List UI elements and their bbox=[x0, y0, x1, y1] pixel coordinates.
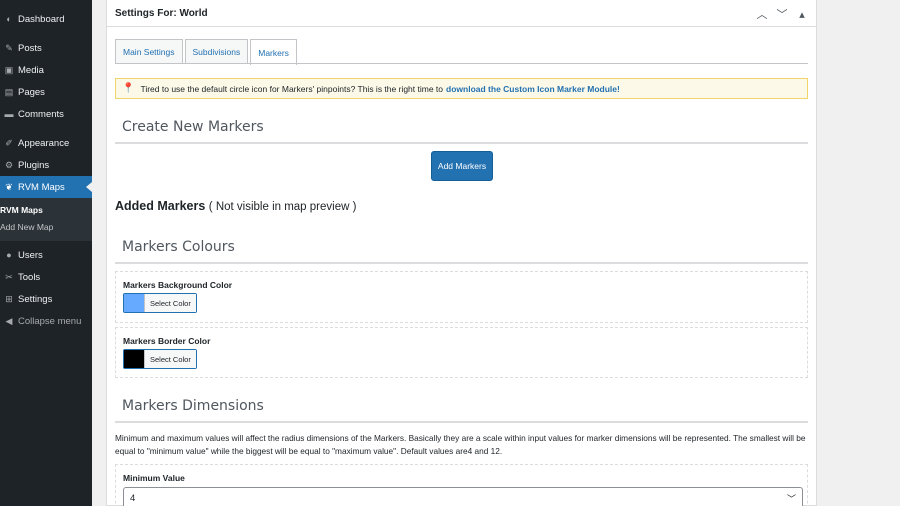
tab-markers[interactable]: Markers bbox=[250, 39, 297, 65]
menu-plugins[interactable]: ⚙ Plugins bbox=[0, 154, 92, 176]
menu-label: Collapse menu bbox=[18, 315, 82, 327]
plugin-icon: ⚙ bbox=[4, 159, 14, 170]
menu-label: Settings bbox=[18, 293, 53, 305]
menu-label: Plugins bbox=[18, 159, 50, 171]
menu-posts[interactable]: ✎ Posts bbox=[0, 37, 92, 59]
menu-label: Users bbox=[18, 249, 43, 261]
minimum-value-select[interactable]: 4 ﹀ bbox=[123, 487, 803, 506]
submenu-add-new-map[interactable]: Add New Map bbox=[0, 218, 92, 235]
markers-dimensions-heading: Markers Dimensions bbox=[115, 398, 808, 423]
chevron-up-icon[interactable]: ︿ bbox=[754, 6, 770, 22]
menu-users[interactable]: ● Users bbox=[0, 244, 92, 266]
minimum-value-field: Minimum Value 4 ﹀ bbox=[115, 464, 808, 506]
select-color-label: Select Color bbox=[144, 350, 196, 368]
menu-pages[interactable]: ▤ Pages bbox=[0, 81, 92, 103]
comment-icon: ▬ bbox=[4, 109, 14, 119]
border-color-label: Markers Border Color bbox=[123, 336, 211, 346]
added-markers-note: ( Not visible in map preview ) bbox=[208, 201, 357, 213]
tab-bar: Main Settings Subdivisions Markers bbox=[115, 39, 299, 65]
dimensions-description: Minimum and maximum values will affect t… bbox=[115, 433, 806, 456]
menu-appearance[interactable]: ✐ Appearance bbox=[0, 132, 92, 154]
border-color-picker[interactable]: Select Color bbox=[123, 349, 197, 369]
page-icon: ▤ bbox=[4, 86, 14, 97]
background-color-label: Markers Background Color bbox=[123, 280, 233, 290]
users-icon: ● bbox=[6, 250, 12, 260]
background-color-field: Markers Background Color Select Color bbox=[115, 271, 808, 323]
settings-icon: ⊞ bbox=[5, 293, 13, 304]
menu-comments[interactable]: ▬ Comments bbox=[0, 103, 92, 125]
menu-media[interactable]: ▣ Media bbox=[0, 59, 92, 81]
map-pin-icon: 📍 bbox=[122, 83, 135, 94]
minimum-value-label: Minimum Value bbox=[123, 473, 185, 483]
toggle-panel-icon[interactable]: ▴ bbox=[794, 6, 810, 22]
menu-label: Media bbox=[18, 64, 44, 76]
wrench-icon: ✂ bbox=[5, 271, 13, 282]
menu-label: RVM Maps bbox=[18, 181, 65, 193]
menu-label: Comments bbox=[18, 108, 64, 120]
menu-label: Tools bbox=[18, 271, 41, 283]
tab-main-settings[interactable]: Main Settings bbox=[115, 39, 183, 64]
menu-label: Appearance bbox=[18, 137, 70, 149]
create-markers-heading: Create New Markers bbox=[115, 119, 808, 144]
collapse-icon: ◀ bbox=[5, 315, 13, 326]
pin-icon: ✎ bbox=[5, 42, 13, 53]
notice-text: Tired to use the default circle icon for… bbox=[140, 83, 444, 94]
settings-panel: Settings For: World ︿ ﹀ ▴ Main Settings … bbox=[106, 0, 817, 506]
chevron-down-icon[interactable]: ﹀ bbox=[774, 6, 790, 22]
add-markers-button[interactable]: Add Markers bbox=[431, 151, 493, 181]
brush-icon: ✐ bbox=[5, 137, 13, 148]
custom-icon-module-link[interactable]: download the Custom Icon Marker Module! bbox=[446, 84, 620, 94]
menu-collapse[interactable]: ◀ Collapse menu bbox=[0, 310, 92, 332]
admin-sidebar: ◐ Dashboard ✎ Posts ▣ Media ▤ Pages ▬ Co… bbox=[0, 0, 92, 506]
border-color-swatch bbox=[124, 350, 144, 368]
panel-actions: ︿ ﹀ ▴ bbox=[754, 6, 810, 22]
background-color-swatch bbox=[124, 294, 144, 312]
select-color-label: Select Color bbox=[144, 294, 196, 312]
border-color-field: Markers Border Color Select Color bbox=[115, 327, 808, 378]
dashboard-icon: ◐ bbox=[6, 14, 12, 24]
menu-label: Posts bbox=[18, 42, 42, 54]
markers-colours-heading: Markers Colours bbox=[115, 239, 808, 264]
menu-label: Dashboard bbox=[18, 13, 65, 25]
added-markers-title: Added Markers bbox=[115, 199, 206, 213]
rvm-submenu: RVM Maps Add New Map bbox=[0, 198, 92, 241]
tab-subdivisions[interactable]: Subdivisions bbox=[184, 39, 249, 64]
menu-label: Pages bbox=[18, 86, 45, 98]
menu-dashboard[interactable]: ◐ Dashboard bbox=[0, 8, 92, 30]
submenu-rvm-maps[interactable]: RVM Maps bbox=[0, 201, 92, 218]
tab-divider bbox=[115, 63, 808, 64]
added-markers-heading: Added Markers ( Not visible in map previ… bbox=[115, 199, 356, 213]
map-icon: ❦ bbox=[5, 181, 13, 192]
minimum-value-selected: 4 bbox=[130, 492, 136, 504]
menu-settings[interactable]: ⊞ Settings bbox=[0, 288, 92, 310]
menu-tools[interactable]: ✂ Tools bbox=[0, 266, 92, 288]
panel-title: Settings For: World bbox=[107, 0, 816, 27]
media-icon: ▣ bbox=[4, 64, 14, 75]
background-color-picker[interactable]: Select Color bbox=[123, 293, 197, 313]
promo-notice: 📍 Tired to use the default circle icon f… bbox=[115, 78, 808, 99]
chevron-down-icon: ﹀ bbox=[786, 493, 796, 504]
menu-rvm-maps[interactable]: ❦ RVM Maps bbox=[0, 176, 92, 198]
